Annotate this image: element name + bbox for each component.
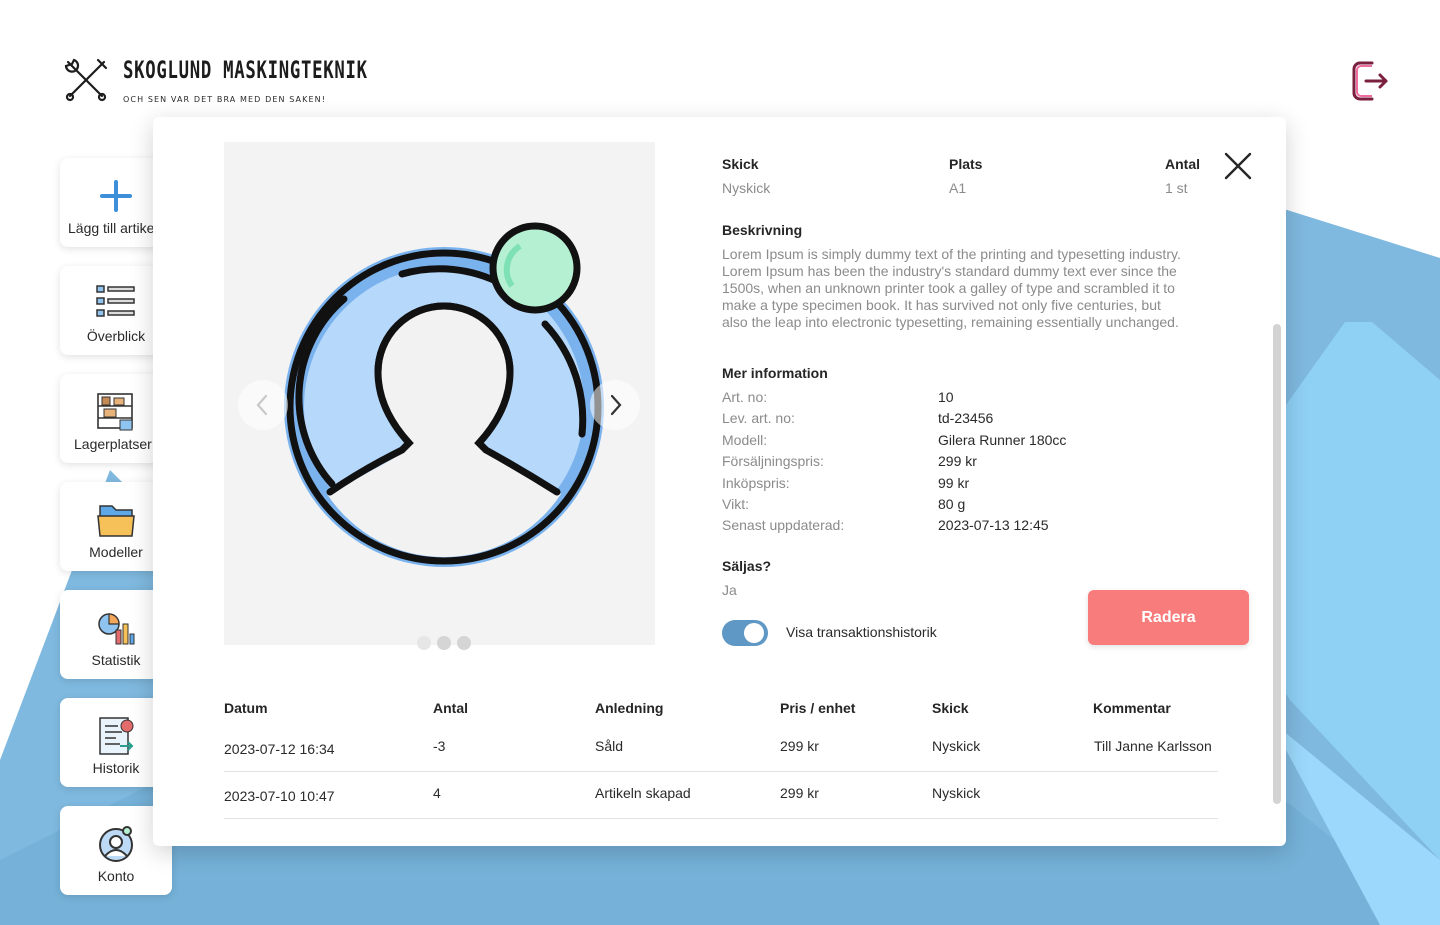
gallery-dots	[417, 636, 471, 650]
info-value: 2023-07-13 12:45	[938, 517, 1049, 533]
chevron-right-icon	[610, 394, 622, 416]
condition-label: Skick	[722, 156, 759, 172]
account-icon	[99, 826, 133, 862]
cell-date: 2023-07-10 10:47	[224, 788, 335, 804]
history-icon	[99, 717, 134, 755]
chevron-left-icon	[256, 394, 268, 416]
row-divider	[224, 818, 1218, 819]
sidebar-item-label: Konto	[97, 868, 135, 884]
modal-scrollbar[interactable]	[1273, 324, 1281, 804]
info-key: Försäljningspris:	[722, 453, 824, 469]
cell-unit-price: 299 kr	[780, 738, 819, 754]
more-info-label: Mer information	[722, 365, 828, 381]
cell-date: 2023-07-12 16:34	[224, 741, 335, 757]
toggle-knob	[744, 623, 764, 643]
brand: SKOGLUND MASKINGTEKNIK OCH SEN VAR DET B…	[62, 56, 463, 104]
crossed-tools-icon	[64, 58, 108, 102]
row-divider	[224, 771, 1218, 772]
gallery-dot[interactable]	[417, 636, 431, 650]
column-header-unit-price: Pris / enhet	[780, 700, 856, 716]
gallery-next-button[interactable]	[590, 380, 640, 430]
delete-button[interactable]: Radera	[1088, 590, 1249, 645]
description-line: 1500s, when an unknown printer took a ga…	[722, 280, 1175, 296]
transaction-history-toggle-label: Visa transaktionshistorik	[786, 624, 937, 640]
column-header-condition: Skick	[932, 700, 969, 716]
for-sale-label: Säljas?	[722, 558, 772, 574]
brand-tagline: OCH SEN VAR DET BRA MED DEN SAKEN!	[123, 95, 327, 104]
quantity-value: 1 st	[1165, 180, 1188, 196]
gallery-dot[interactable]	[437, 636, 451, 650]
logout-button[interactable]	[1350, 58, 1392, 104]
quantity-label: Antal	[1165, 156, 1200, 172]
column-header-date: Datum	[224, 700, 268, 716]
cell-quantity: -3	[433, 738, 446, 754]
cell-comment: Till Janne Karlsson	[1094, 738, 1212, 754]
description-label: Beskrivning	[722, 222, 803, 238]
info-key: Art. no:	[722, 389, 768, 405]
cell-reason: Såld	[595, 738, 624, 754]
cell-condition: Nyskick	[932, 785, 981, 801]
cell-quantity: 4	[433, 785, 441, 801]
folder-icon	[97, 505, 135, 537]
image-gallery	[224, 142, 655, 650]
gallery-prev-button[interactable]	[238, 380, 288, 430]
description-line: make a type specimen book. It has surviv…	[722, 297, 1161, 313]
location-value: A1	[949, 180, 967, 196]
info-value: 99 kr	[938, 475, 970, 491]
cell-unit-price: 299 kr	[780, 785, 819, 801]
column-header-quantity: Antal	[433, 700, 468, 716]
info-key: Lev. art. no:	[722, 410, 795, 426]
condition-value: Nyskick	[722, 180, 771, 196]
column-header-comment: Kommentar	[1093, 700, 1171, 716]
gallery-dot[interactable]	[457, 636, 471, 650]
cell-condition: Nyskick	[932, 738, 981, 754]
for-sale-value: Ja	[722, 582, 737, 598]
description-line: Lorem Ipsum has been the industry's stan…	[722, 263, 1177, 279]
info-key: Senast uppdaterad:	[722, 517, 845, 533]
description-line: Lorem Ipsum is simply dummy text of the …	[722, 246, 1181, 262]
info-key: Modell:	[722, 432, 768, 448]
info-value: Gilera Runner 180cc	[938, 432, 1067, 448]
shelves-icon	[97, 393, 133, 431]
info-key: Inköpspris:	[722, 475, 790, 491]
column-header-reason: Anledning	[595, 700, 664, 716]
logout-icon	[1352, 61, 1388, 101]
info-value: 10	[938, 389, 954, 405]
brand-title: SKOGLUND MASKINGTEKNIK	[123, 56, 368, 84]
info-value: 299 kr	[938, 453, 977, 469]
close-icon	[1224, 152, 1252, 180]
description-line: also the leap into electronic typesettin…	[722, 314, 1179, 330]
close-button[interactable]	[1211, 139, 1263, 191]
description-text: Lorem Ipsum is simply dummy text of the …	[722, 246, 1227, 331]
info-key: Vikt:	[722, 496, 749, 512]
plus-icon	[100, 180, 132, 212]
location-label: Plats	[949, 156, 983, 172]
transaction-history-toggle[interactable]	[722, 620, 768, 646]
chart-icon	[98, 613, 135, 645]
info-value: td-23456	[938, 410, 994, 426]
user-avatar-placeholder-icon	[284, 222, 604, 567]
info-value: 80 g	[938, 496, 966, 512]
list-icon	[96, 285, 135, 317]
cell-reason: Artikeln skapad	[595, 785, 691, 801]
article-detail-modal: Skick Nyskick Plats A1 Antal 1 st Beskri…	[153, 117, 1286, 846]
